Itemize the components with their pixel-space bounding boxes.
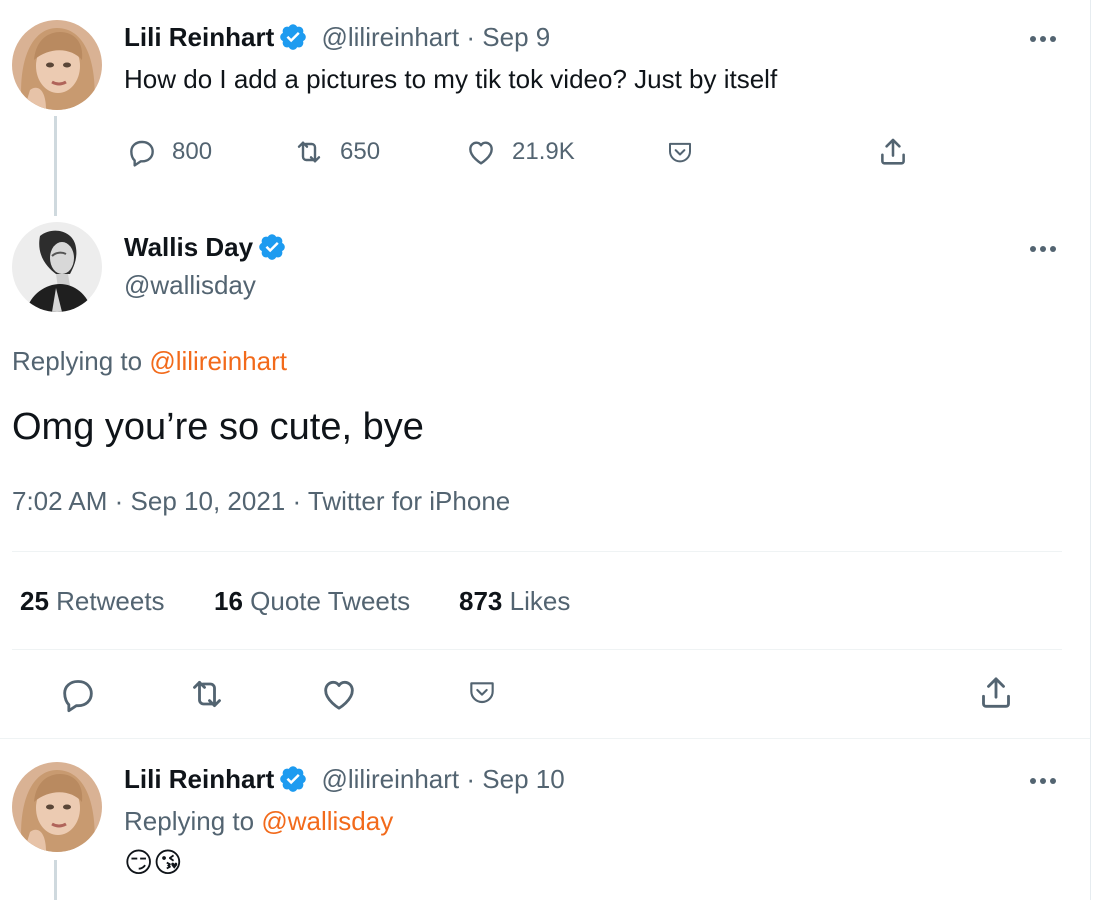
quote-tweets-stat[interactable]: 16 Quote Tweets — [214, 586, 410, 617]
tweet-source[interactable]: Twitter for iPhone — [308, 486, 510, 516]
tweet-text: How do I add a pictures to my tik tok vi… — [124, 64, 778, 94]
tweet-time[interactable]: 7:02 AM — [12, 486, 107, 516]
reply-button[interactable]: 800 — [126, 136, 212, 168]
separator: · — [466, 764, 476, 794]
avatar[interactable] — [12, 20, 102, 110]
replying-to: Replying to @lilireinhart — [12, 346, 287, 376]
tweet-date[interactable]: Sep 10, 2021 — [131, 486, 286, 516]
author-handle[interactable]: @wallisday — [124, 270, 256, 301]
verified-icon — [278, 764, 308, 794]
retweet-count: 650 — [340, 138, 381, 165]
author-handle[interactable]: @lilireinhart — [321, 764, 459, 794]
like-icon — [324, 680, 354, 710]
separator: · — [114, 486, 124, 516]
share-icon — [881, 138, 905, 165]
tweet-header: Lili Reinhart @lilireinhart · Sep 9 — [124, 22, 550, 53]
tweet-text: 😏😘 — [124, 847, 183, 878]
thread-line — [54, 116, 57, 216]
separator: · — [466, 22, 476, 52]
pocket-button[interactable] — [664, 137, 696, 167]
likes-stat[interactable]: 873 Likes — [459, 586, 570, 617]
avatar[interactable] — [12, 762, 102, 852]
tweet-meta: 7:02 AM · Sep 10, 2021 · Twitter for iPh… — [12, 486, 510, 517]
tweet-text: Omg you’re so cute, bye — [12, 406, 424, 448]
retweet-button[interactable] — [186, 674, 228, 714]
tweet-header: Lili Reinhart @lilireinhart · Sep 10 — [124, 764, 565, 795]
divider — [0, 738, 1090, 739]
tweet-date[interactable]: Sep 10 — [482, 764, 564, 794]
verified-icon — [257, 232, 287, 262]
author-handle[interactable]: @lilireinhart — [321, 22, 459, 52]
author-name[interactable]: Lili Reinhart — [124, 22, 274, 52]
like-count: 21.9K — [512, 138, 575, 165]
timeline-border — [1090, 0, 1091, 900]
share-button[interactable] — [976, 672, 1016, 714]
share-icon — [982, 677, 1010, 708]
avatar[interactable] — [12, 222, 102, 312]
replying-to: Replying to @wallisday — [124, 806, 394, 836]
reply-icon — [63, 680, 93, 713]
separator: · — [292, 486, 302, 516]
retweet-icon — [193, 680, 221, 708]
thread-line — [54, 860, 57, 900]
reply-count: 800 — [172, 138, 213, 165]
pocket-icon — [669, 142, 691, 163]
more-icon[interactable] — [1030, 244, 1066, 254]
author-name[interactable]: Wallis Day — [124, 232, 287, 263]
mention-link[interactable]: @wallisday — [261, 806, 393, 836]
retweets-stat[interactable]: 25 Retweets — [20, 586, 165, 617]
verified-icon — [278, 22, 308, 52]
retweet-button[interactable]: 650 — [292, 136, 380, 168]
more-icon[interactable] — [1030, 776, 1066, 786]
pocket-button[interactable] — [466, 676, 498, 708]
retweet-icon — [297, 141, 321, 163]
like-button[interactable] — [318, 674, 360, 714]
author-name[interactable]: Lili Reinhart — [124, 764, 274, 794]
share-button[interactable] — [876, 135, 910, 169]
divider — [12, 649, 1062, 650]
divider — [12, 551, 1062, 552]
reply-icon — [130, 140, 154, 167]
like-icon — [469, 141, 493, 165]
reply-button[interactable] — [58, 674, 98, 714]
pocket-icon — [470, 682, 494, 704]
tweet-date[interactable]: Sep 9 — [482, 22, 550, 52]
like-button[interactable]: 21.9K — [464, 136, 575, 168]
mention-link[interactable]: @lilireinhart — [149, 346, 287, 376]
more-icon[interactable] — [1030, 34, 1066, 44]
